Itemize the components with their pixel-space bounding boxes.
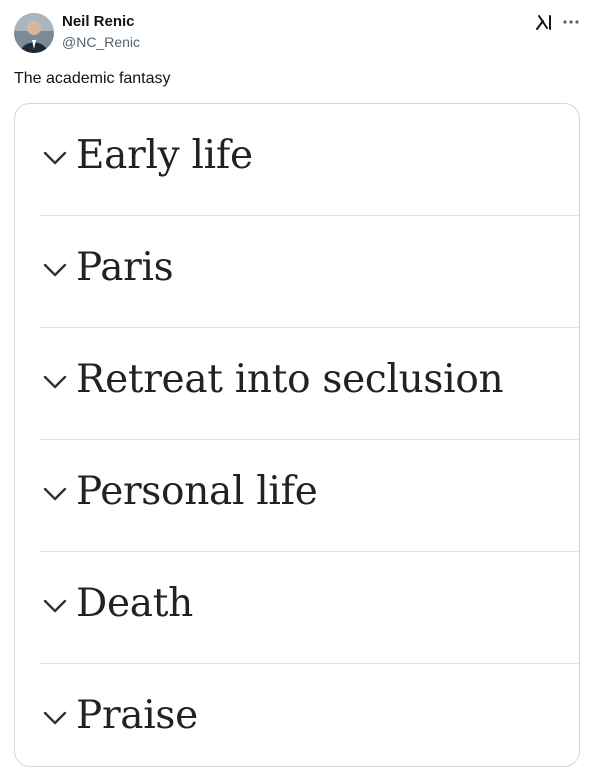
chevron-down-icon [43,263,67,277]
section-label: Paris [76,245,174,290]
section-label: Death [76,581,193,626]
section-personal-life: Personal life [15,440,579,552]
chevron-down-icon [43,711,67,725]
section-label: Praise [76,693,198,738]
chevron-down-icon [43,375,67,389]
avatar[interactable] [14,13,54,53]
author-handle[interactable]: @NC_Renic [62,33,140,51]
section-death: Death [15,552,579,664]
chevron-down-icon [43,599,67,613]
section-early-life: Early life [15,104,579,216]
section-praise: Praise [15,664,579,766]
tweet-text: The academic fantasy [14,70,171,87]
grok-icon[interactable] [535,13,553,31]
section-label: Personal life [76,469,318,514]
more-icon[interactable] [561,13,581,31]
section-retreat-into-seclusion: Retreat into seclusion [15,328,579,440]
chevron-down-icon [43,487,67,501]
section-label: Retreat into seclusion [76,357,504,402]
avatar-photo [14,13,54,53]
tweet-image[interactable]: Early life Paris Retreat into seclusion … [14,103,580,767]
section-label: Early life [76,133,253,178]
author-name[interactable]: Neil Renic [62,13,135,31]
section-paris: Paris [15,216,579,328]
chevron-down-icon [43,151,67,165]
